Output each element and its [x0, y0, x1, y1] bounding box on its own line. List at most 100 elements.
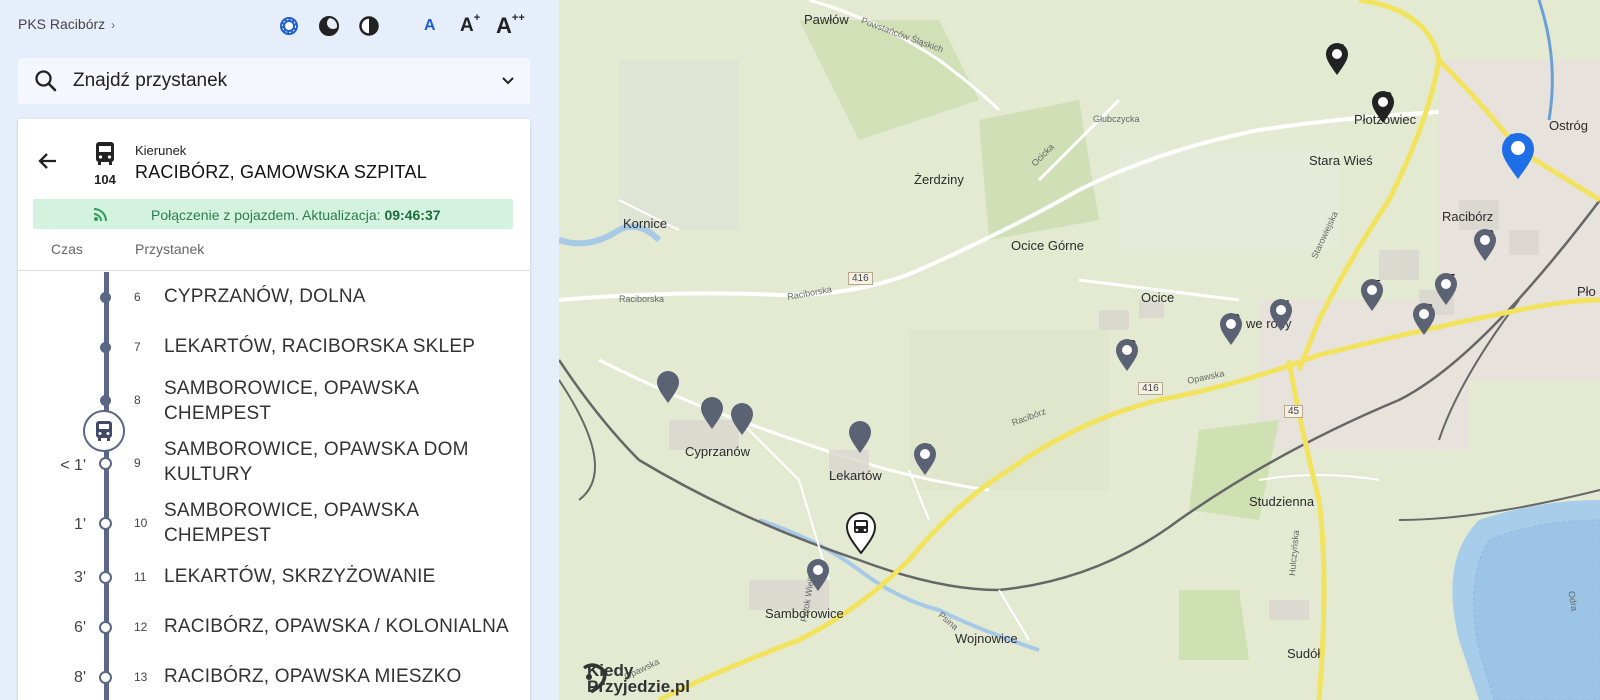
stop-dot [100, 292, 111, 303]
stop-eta: 3' [74, 569, 86, 586]
stop-number: 9 [134, 456, 141, 470]
direction-label: Kierunek [135, 143, 187, 158]
col-time: Czas [51, 241, 83, 257]
road-shield: 416 [1138, 382, 1163, 395]
map-label: Ocice [1141, 290, 1175, 305]
side-panel: PKS Racibórz › A A + A ++ Znajdź przystanek… [0, 0, 559, 700]
line-number: 104 [94, 172, 116, 187]
map-pin-icon [1372, 91, 1394, 123]
stop-pin[interactable]: 11 [912, 442, 942, 475]
stop-pin[interactable]: 5 [699, 396, 729, 429]
font-size-large-button[interactable]: A ++ [496, 12, 525, 40]
map-label: Cyprzanów [685, 444, 751, 459]
stop-number: 11 [134, 570, 147, 584]
map-label: Studzienna [1249, 494, 1315, 509]
map-pin-icon [657, 371, 679, 403]
direction-name: RACIBÓRZ, GAMOWSKA SZPITAL [135, 162, 427, 182]
stop-pin[interactable]: 15 [1359, 278, 1389, 311]
map-label: Pło [1577, 284, 1596, 299]
font-medium-sup: + [473, 12, 481, 24]
font-small-label: A [424, 17, 436, 34]
bus-icon [96, 142, 114, 165]
map-pin-icon [701, 397, 723, 429]
stop-pin[interactable]: 17 [1433, 272, 1463, 305]
back-arrow-icon[interactable] [36, 149, 60, 173]
dark-mode-button[interactable] [316, 12, 342, 40]
search-icon [35, 70, 57, 92]
color-theme-button[interactable] [276, 12, 302, 40]
brand-link[interactable]: PKS Racibórz › [18, 16, 115, 32]
map-road-label: Głubczycka [1093, 114, 1140, 124]
stop-dot [99, 517, 112, 530]
font-large-sup: ++ [511, 12, 525, 24]
stop-eta: 1' [74, 516, 86, 533]
map-pin-icon [1326, 43, 1348, 75]
font-size-small-button[interactable]: A [424, 12, 436, 40]
map-pin-icon [1474, 229, 1496, 261]
stop-pin[interactable]: 4 [655, 370, 685, 403]
map-label: Lekartów [829, 468, 882, 483]
stop-pin[interactable]: 6 [729, 402, 759, 435]
stop-pin[interactable]: 12 [1114, 338, 1144, 371]
stop-pin[interactable]: 9 [805, 558, 835, 591]
contrast-icon [359, 16, 379, 36]
moon-icon [319, 16, 339, 36]
signal-icon [93, 208, 107, 222]
map-label: Pawłów [804, 12, 849, 27]
stop-name: SAMBOROWICE, OPAWSKA DOM KULTURY [164, 439, 469, 485]
chevron-down-icon[interactable] [500, 72, 516, 88]
map-pin-icon [1220, 313, 1242, 345]
map-road-label: Raciborska [619, 294, 665, 304]
bus-location-icon [845, 512, 877, 554]
kiedyprzyjedzie-logo[interactable]: Kiedy Przyjedzie.pl [579, 662, 690, 695]
map-view[interactable]: Pawłów Powstańców Śląskich Kornice Żerdz… [559, 0, 1600, 700]
palette-icon [280, 17, 298, 35]
map-label: Stara Wieś [1309, 153, 1373, 168]
stop-pin-destination[interactable]: 19 [1500, 132, 1534, 179]
map-pin-icon [731, 403, 753, 435]
stop-pin[interactable]: 21 [1324, 42, 1354, 75]
stop-pin-current[interactable]: 10 [845, 512, 877, 554]
stop-name: CYPRZANÓW, DOLNA [164, 286, 366, 307]
stop-pin[interactable]: 18 [1472, 228, 1502, 261]
font-large-label: A [496, 13, 512, 38]
stop-pin[interactable]: 20 [1370, 90, 1400, 123]
stop-list: 6 CYPRZANÓW, DOLNA 7 LEKARTÓW, RACIBORSK… [18, 272, 530, 700]
stop-pin[interactable]: 14 [1268, 298, 1298, 331]
contrast-button[interactable] [356, 12, 382, 40]
stop-dot [99, 621, 112, 634]
stop-name: RACIBÓRZ, OPAWSKA MIESZKO [164, 666, 462, 687]
stop-pin[interactable]: 13 [1218, 312, 1248, 345]
stop-name: SAMBOROWICE, OPAWSKA CHEMPEST [164, 378, 419, 424]
stop-eta: 6' [74, 619, 86, 636]
stop-name: SAMBOROWICE, OPAWSKA CHEMPEST [164, 500, 419, 546]
live-connection-banner: Połączenie z pojazdem. Aktualizacja: 09:… [33, 199, 513, 229]
stop-number: 13 [134, 670, 148, 684]
stop-eta: < 1' [60, 457, 86, 474]
live-text: Połączenie z pojazdem. Aktualizacja: [151, 207, 381, 223]
route-rail [104, 272, 109, 700]
stop-name: LEKARTÓW, SKRZYŻOWANIE [164, 566, 436, 587]
top-toolbar: PKS Racibórz › A A + A ++ [0, 0, 559, 50]
road-shield: 416 [848, 272, 873, 285]
map-pin-icon [1435, 273, 1457, 305]
map-pin-icon [1270, 299, 1292, 331]
search-input[interactable]: Znajdź przystanek [73, 70, 227, 92]
map-pin-icon [1116, 339, 1138, 371]
map-label: Kornice [623, 216, 668, 231]
map-pin-icon [849, 421, 871, 453]
map-label: Sudół [1287, 646, 1321, 661]
column-headers: Czas Przystanek [18, 241, 530, 271]
map-label: Wojnowice [955, 631, 1018, 646]
stop-dot [99, 671, 112, 684]
font-medium-label: A [460, 15, 474, 36]
map-pin-icon [1361, 279, 1383, 311]
map-label: Ocice Górne [1011, 238, 1084, 253]
stop-pin[interactable]: 7 [847, 420, 877, 453]
brand-chevron-icon: › [111, 18, 116, 32]
stop-dot [99, 457, 112, 470]
font-size-medium-button[interactable]: A + [460, 12, 480, 40]
stop-search[interactable]: Znajdź przystanek [18, 58, 530, 104]
brand-name: PKS Racibórz [18, 16, 106, 32]
map-label: Ostróg [1549, 118, 1589, 133]
